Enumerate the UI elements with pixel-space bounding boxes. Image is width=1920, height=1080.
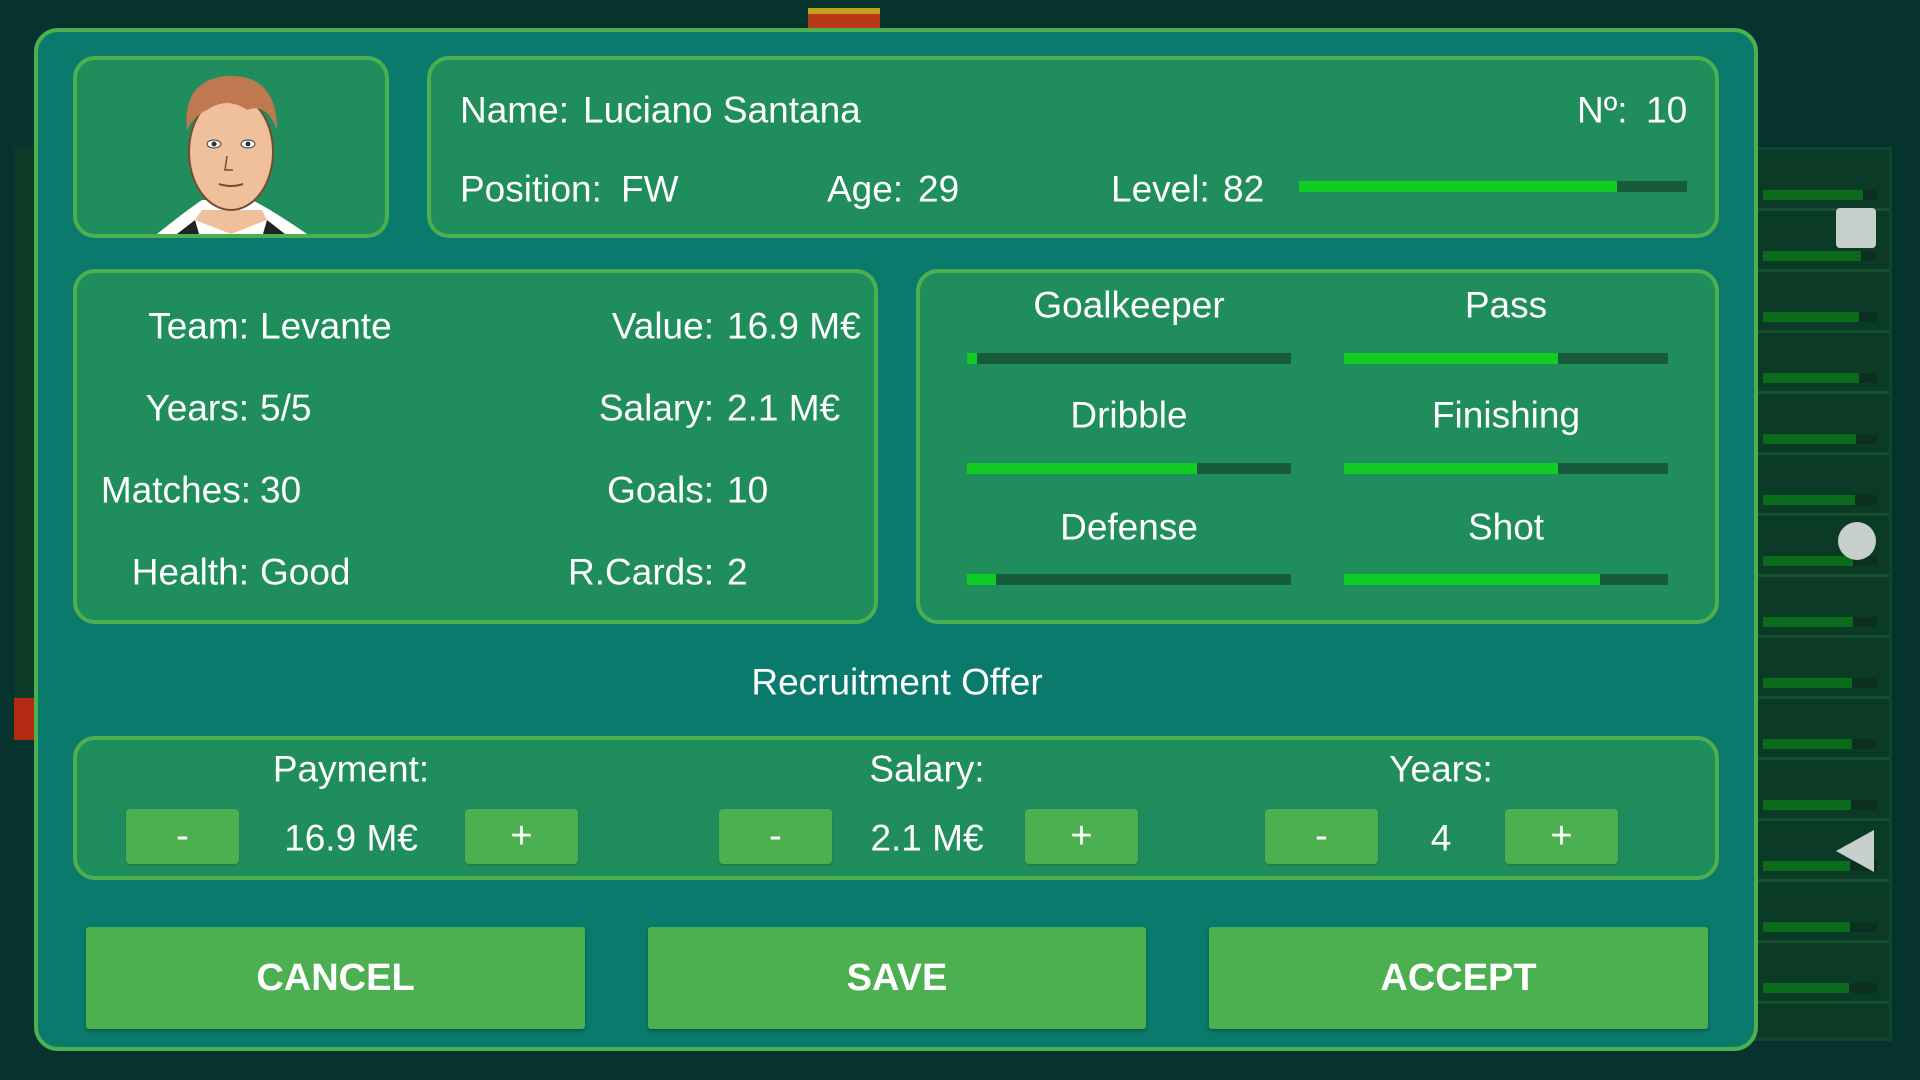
payment-decrease-button[interactable]: - xyxy=(126,809,239,864)
years-increase-button[interactable]: + xyxy=(1505,809,1618,864)
background-list-row xyxy=(1743,394,1889,455)
player-name: Luciano Santana xyxy=(583,89,861,131)
years-label: Years: xyxy=(145,387,249,429)
skill-bar xyxy=(967,463,1291,474)
player-info-panel xyxy=(427,56,1719,238)
matches-value: 30 xyxy=(260,469,302,511)
salary-label: Salary: xyxy=(598,387,714,429)
background-list-row xyxy=(1743,638,1889,699)
number-label: Nº: xyxy=(1577,89,1628,131)
skill-label: Dribble xyxy=(1070,394,1188,436)
years-offer-value: 4 xyxy=(1430,817,1452,859)
save-button[interactable]: SAVE xyxy=(648,927,1146,1029)
skill-label: Pass xyxy=(1464,284,1548,326)
circle-icon[interactable] xyxy=(1838,522,1876,560)
salary-offer-label: Salary: xyxy=(869,748,985,790)
goals-value: 10 xyxy=(727,469,769,511)
skill-bar xyxy=(1344,353,1668,364)
skill-label: Goalkeeper xyxy=(1033,284,1225,326)
rcards-value: 2 xyxy=(727,551,748,593)
offer-title: Recruitment Offer xyxy=(751,661,1043,703)
background-list-row xyxy=(1743,272,1889,333)
salary-increase-button[interactable]: + xyxy=(1025,809,1138,864)
skill-bar xyxy=(1344,574,1668,585)
team-label: Team: xyxy=(148,305,249,347)
salary-offer-value: 2.1 M€ xyxy=(870,817,984,859)
payment-label: Payment: xyxy=(272,748,430,790)
skill-bar xyxy=(1344,463,1668,474)
skill-label: Shot xyxy=(1467,506,1545,548)
salary-decrease-button[interactable]: - xyxy=(719,809,832,864)
years-offer-label: Years: xyxy=(1389,748,1493,790)
value-label: Value: xyxy=(611,305,714,347)
health-label: Health: xyxy=(131,551,249,593)
payment-increase-button[interactable]: + xyxy=(465,809,578,864)
payment-value: 16.9 M€ xyxy=(284,817,418,859)
skill-bar xyxy=(967,574,1291,585)
team-value: Levante xyxy=(260,305,392,347)
accept-button[interactable]: ACCEPT xyxy=(1209,927,1708,1029)
background-player-list xyxy=(1740,147,1892,1041)
square-icon[interactable] xyxy=(1836,208,1876,248)
name-label: Name: xyxy=(460,89,569,131)
years-value: 5/5 xyxy=(260,387,312,429)
player-age: 29 xyxy=(918,168,960,210)
matches-label: Matches: xyxy=(100,469,251,511)
avatar-panel xyxy=(73,56,389,238)
background-list-row xyxy=(1743,699,1889,760)
level-label: Level: xyxy=(1111,168,1210,210)
salary-value: 2.1 M€ xyxy=(727,387,841,429)
health-value: Good xyxy=(260,551,351,593)
player-avatar xyxy=(157,75,307,234)
rcards-label: R.Cards: xyxy=(568,551,714,593)
skill-label: Finishing xyxy=(1431,394,1581,436)
background-list-row xyxy=(1743,333,1889,394)
level-bar xyxy=(1299,181,1687,192)
value-value: 16.9 M€ xyxy=(727,305,861,347)
goals-label: Goals: xyxy=(607,469,714,511)
player-level: 82 xyxy=(1223,168,1265,210)
cancel-button[interactable]: CANCEL xyxy=(86,927,585,1029)
background-red-marker xyxy=(14,698,36,740)
background-list-row xyxy=(1743,577,1889,638)
skill-bar xyxy=(967,353,1291,364)
background-list-left xyxy=(14,147,36,737)
background-list-row xyxy=(1743,455,1889,516)
player-position: FW xyxy=(621,168,679,210)
years-decrease-button[interactable]: - xyxy=(1265,809,1378,864)
background-list-row xyxy=(1743,150,1889,211)
age-label: Age: xyxy=(827,168,904,210)
back-triangle-icon[interactable] xyxy=(1836,830,1874,872)
background-list-row xyxy=(1743,943,1889,1004)
position-label: Position: xyxy=(460,168,602,210)
player-number: 10 xyxy=(1646,89,1688,131)
background-list-row xyxy=(1743,760,1889,821)
background-list-row xyxy=(1743,882,1889,943)
skill-label: Defense xyxy=(1060,506,1198,548)
